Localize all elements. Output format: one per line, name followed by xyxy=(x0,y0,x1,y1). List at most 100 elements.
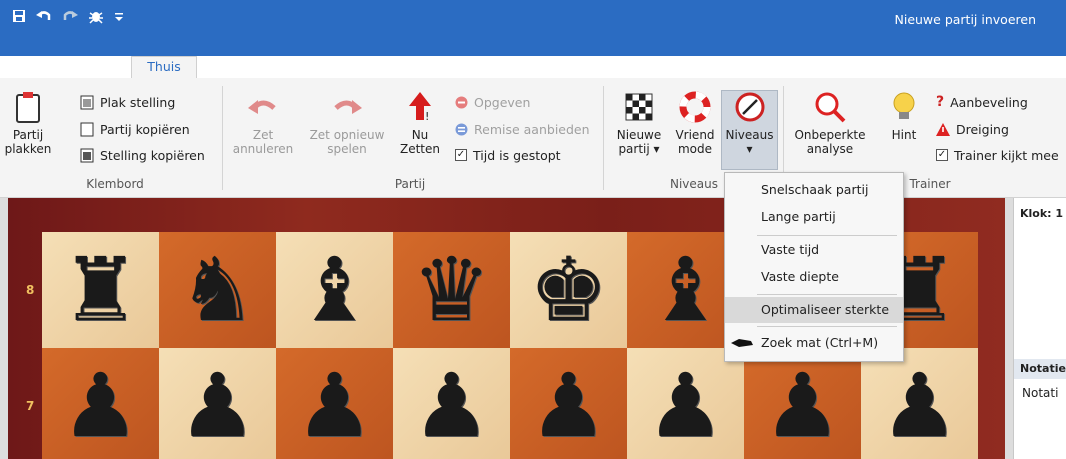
menu-item-long-game[interactable]: Lange partij xyxy=(725,204,903,230)
black-pawn[interactable]: ♟ xyxy=(627,348,744,459)
menu-item-blitz-game[interactable]: Snelschaak partij xyxy=(725,177,903,203)
square-h7[interactable]: ♟ xyxy=(861,348,978,459)
unlimited-analysis-label-1: Onbeperkte xyxy=(794,128,866,142)
menu-separator xyxy=(757,294,897,295)
black-pawn[interactable]: ♟ xyxy=(159,348,276,459)
lightbulb-icon xyxy=(893,92,915,119)
threat-button[interactable]: Dreiging xyxy=(936,120,1009,138)
recommendation-button[interactable]: ? Aanbeveling xyxy=(936,93,1028,111)
black-knight[interactable]: ♞ xyxy=(159,232,276,348)
undo-move-button[interactable]: Zet annuleren xyxy=(232,90,294,156)
paste-game-button[interactable]: Partij plakken xyxy=(4,90,52,156)
undo-icon[interactable] xyxy=(36,9,52,28)
group-separator xyxy=(222,86,223,190)
menu-item-fixed-depth[interactable]: Vaste diepte xyxy=(725,264,903,290)
new-game-button[interactable]: Nieuwe partij ▾ xyxy=(612,90,666,156)
menu-item-fixed-time[interactable]: Vaste tijd xyxy=(725,237,903,263)
square-a8[interactable]: ♜ xyxy=(42,232,159,348)
warning-icon xyxy=(936,122,950,136)
copy-game-label: Partij kopiëren xyxy=(100,121,190,137)
tab-training[interactable]: Training xyxy=(375,56,451,78)
black-pawn[interactable]: ♟ xyxy=(510,348,627,459)
hint-button[interactable]: Hint xyxy=(884,90,924,142)
square-a7[interactable]: ♟ xyxy=(42,348,159,459)
trainer-watching-label: Trainer kijkt mee xyxy=(954,147,1059,163)
menu-item-find-mate[interactable]: Zoek mat (Ctrl+M) xyxy=(725,330,903,356)
black-bishop[interactable]: ♝ xyxy=(276,232,393,348)
tab-thuis[interactable]: Thuis xyxy=(131,56,197,78)
quick-access-toolbar xyxy=(12,8,124,29)
gauge-icon xyxy=(735,92,764,122)
square-e7[interactable]: ♟ xyxy=(510,348,627,459)
black-pawn[interactable]: ♟ xyxy=(42,348,159,459)
copy-game-button[interactable]: Partij kopiëren xyxy=(80,120,190,138)
bug-icon[interactable] xyxy=(88,8,104,29)
paste-position-button[interactable]: Plak stelling xyxy=(80,93,175,111)
square-b8[interactable]: ♞ xyxy=(159,232,276,348)
tab-engine[interactable]: Engine xyxy=(560,56,620,78)
tab-bord[interactable]: Bord xyxy=(304,56,352,78)
redo-icon[interactable] xyxy=(62,9,78,28)
tab-analyses[interactable]: Analyses xyxy=(467,56,543,78)
offer-draw-icon xyxy=(455,123,468,135)
group-label-trainer: Trainer xyxy=(909,177,951,191)
new-game-label-1: Nieuwe xyxy=(616,128,662,142)
friend-mode-button[interactable]: Vriend mode xyxy=(670,90,720,156)
rank-label-8: 8 xyxy=(26,283,35,297)
paste-position-label: Plak stelling xyxy=(100,94,176,110)
square-c7[interactable]: ♟ xyxy=(276,348,393,459)
notation-header[interactable]: Notatie xyxy=(1014,359,1066,379)
tab-bestand[interactable]: Bestand xyxy=(44,56,104,78)
move-now-label-2: Zetten xyxy=(399,142,440,156)
black-pawn[interactable]: ♟ xyxy=(744,348,861,459)
resign-button[interactable]: Opgeven xyxy=(455,93,530,111)
save-icon[interactable] xyxy=(12,9,26,28)
resign-icon xyxy=(455,96,468,108)
rank-label-7: 7 xyxy=(26,399,35,413)
square-e8[interactable]: ♚ xyxy=(510,232,627,348)
unlimited-analysis-button[interactable]: Onbeperkte analyse xyxy=(790,90,870,156)
move-now-button[interactable]: ! Nu Zetten xyxy=(398,90,442,156)
undo-arrow-icon xyxy=(248,100,276,114)
paste-game-label-2: plakken xyxy=(4,142,52,156)
square-c8[interactable]: ♝ xyxy=(276,232,393,348)
threat-label: Dreiging xyxy=(956,121,1009,137)
offer-draw-button[interactable]: Remise aanbieden xyxy=(455,120,590,138)
hint-label: Hint xyxy=(891,128,917,142)
copy-position-button[interactable]: Stelling kopiëren xyxy=(80,146,205,164)
tab-invoegen[interactable]: Invoegen xyxy=(208,56,278,78)
move-now-label-1: Nu xyxy=(411,128,429,142)
levels-button[interactable]: Niveaus ▾ xyxy=(721,90,778,156)
tab-help[interactable]: Help xyxy=(736,56,780,78)
copy-position-label: Stelling kopiëren xyxy=(100,147,205,163)
replay-move-label-2: spelen xyxy=(327,142,367,156)
time-stopped-check-icon: ✓ xyxy=(455,149,467,161)
square-g7[interactable]: ♟ xyxy=(744,348,861,459)
square-f7[interactable]: ♟ xyxy=(627,348,744,459)
clock-header: Klok: 1 xyxy=(1014,204,1066,224)
black-rook[interactable]: ♜ xyxy=(42,232,159,348)
black-pawn[interactable]: ♟ xyxy=(861,348,978,459)
title-bar: Nieuwe partij invoeren xyxy=(0,0,1066,56)
black-king[interactable]: ♚ xyxy=(510,232,627,348)
square-d8[interactable]: ♛ xyxy=(393,232,510,348)
tab-vensters[interactable]: Vensters xyxy=(640,56,716,78)
time-stopped-checkbox[interactable]: ✓ Tijd is gestopt xyxy=(455,146,561,164)
replay-move-button[interactable]: Zet opnieuw spelen xyxy=(303,90,391,156)
paste-game-label-1: Partij xyxy=(12,128,44,142)
black-queen[interactable]: ♛ xyxy=(393,232,510,348)
menu-separator xyxy=(757,326,897,327)
square-d7[interactable]: ♟ xyxy=(393,348,510,459)
menu-item-optimize-strength[interactable]: Optimaliseer sterkte xyxy=(725,297,903,323)
question-mark-icon: ? xyxy=(936,94,945,110)
trainer-watching-checkbox[interactable]: ✓ Trainer kijkt mee xyxy=(936,146,1059,164)
copy-position-icon xyxy=(80,148,94,162)
black-pawn[interactable]: ♟ xyxy=(276,348,393,459)
square-b7[interactable]: ♟ xyxy=(159,348,276,459)
undo-move-label-1: Zet xyxy=(252,128,274,142)
offer-draw-label: Remise aanbieden xyxy=(474,121,590,137)
trainer-watching-check-icon: ✓ xyxy=(936,149,948,161)
time-stopped-label: Tijd is gestopt xyxy=(473,147,561,163)
customize-icon[interactable] xyxy=(114,9,124,28)
black-pawn[interactable]: ♟ xyxy=(393,348,510,459)
